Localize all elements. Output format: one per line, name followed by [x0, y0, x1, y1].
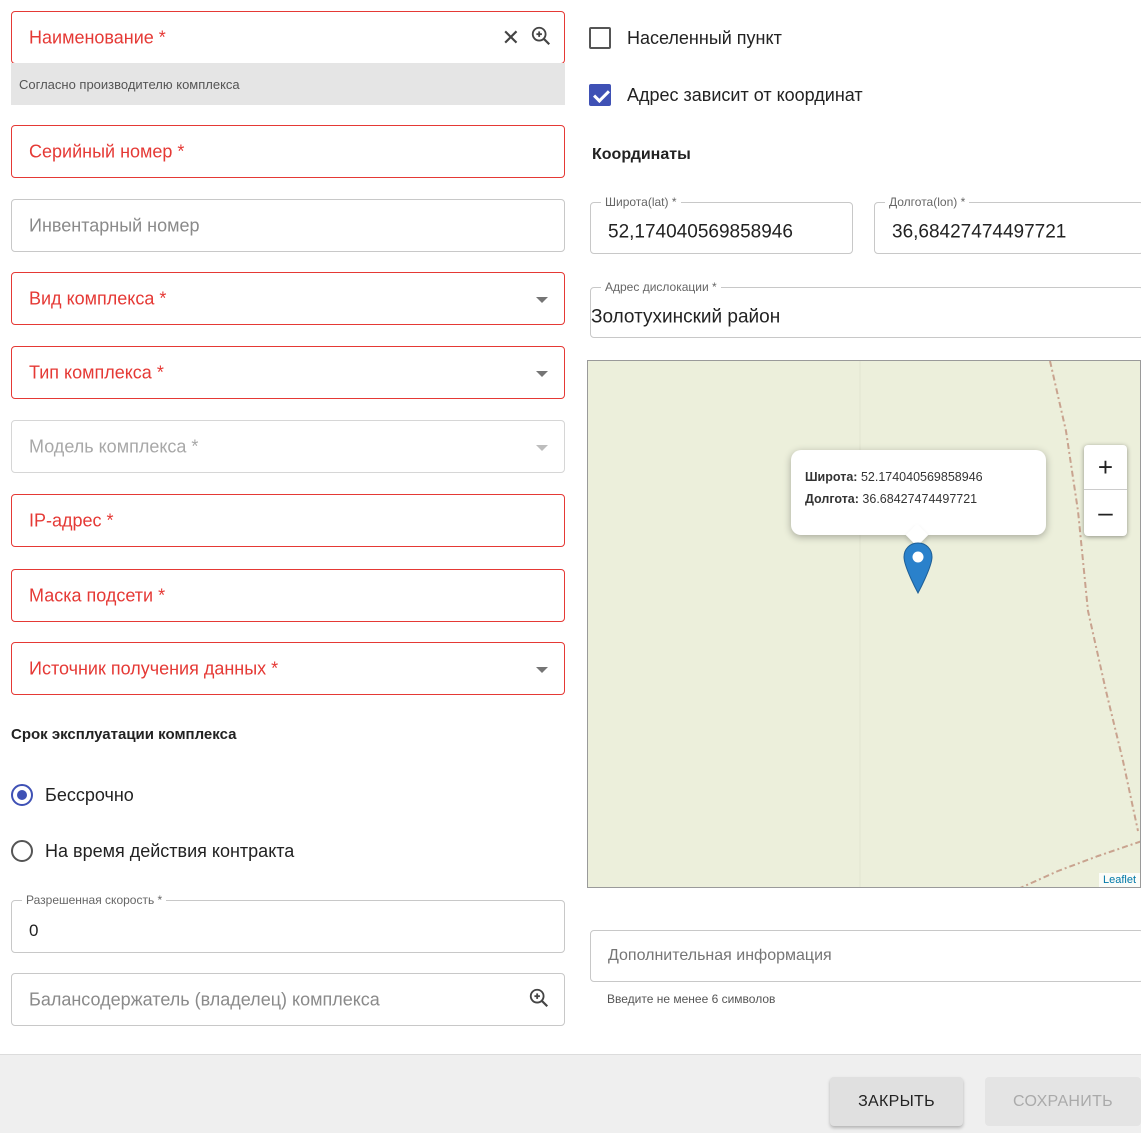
address-by-coords-label: Адрес зависит от координат: [627, 84, 863, 105]
extra-info-placeholder: Дополнительная информация: [608, 947, 832, 964]
popup-lat-value: 52.174040569858946: [860, 470, 983, 484]
ip-address-field[interactable]: IP-адрес *: [11, 494, 565, 547]
map-marker-icon[interactable]: [903, 542, 933, 594]
address-label: Адрес дислокации *: [601, 280, 721, 294]
name-placeholder: Наименование *: [29, 27, 166, 47]
complex-type-select[interactable]: Тип комплекса *: [11, 346, 565, 399]
name-field[interactable]: Наименование * ✕: [11, 11, 565, 64]
address-field[interactable]: Адрес дислокации * Золотухинский район: [590, 280, 1141, 338]
chevron-down-icon: [536, 370, 548, 377]
save-button[interactable]: СОХРАНИТЬ: [985, 1077, 1141, 1126]
popup-lon-value: 36.68427474497721: [862, 492, 978, 506]
radio-contract-term[interactable]: На время действия контракта: [11, 840, 294, 862]
map[interactable]: Широта: 52.174040569858946 Долгота: 36.6…: [587, 360, 1141, 888]
allowed-speed-value: 0: [29, 920, 39, 940]
complex-model-placeholder: Модель комплекса *: [29, 436, 199, 456]
owner-placeholder: Балансодержатель (владелец) комплекса: [29, 989, 380, 1009]
locality-label: Населенный пункт: [627, 27, 782, 48]
locality-checkbox[interactable]: Населенный пункт: [589, 27, 782, 49]
subnet-mask-field[interactable]: Маска подсети *: [11, 569, 565, 622]
zoom-in-icon[interactable]: [530, 25, 552, 51]
chevron-down-icon: [536, 666, 548, 673]
map-popup: Широта: 52.174040569858946 Долгота: 36.6…: [791, 450, 1046, 547]
complex-kind-placeholder: Вид комплекса *: [29, 288, 167, 308]
radio-checked-icon: [11, 784, 33, 806]
zoom-control: + –: [1084, 445, 1127, 536]
data-source-select[interactable]: Источник получения данных *: [11, 642, 565, 695]
name-helper: Согласно производителю комплекса: [11, 63, 565, 105]
ip-address-placeholder: IP-адрес *: [29, 510, 114, 530]
longitude-field[interactable]: Долгота(lon) * 36,68427474497721: [874, 195, 1141, 254]
radio-indefinite[interactable]: Бессрочно: [11, 784, 134, 806]
data-source-placeholder: Источник получения данных *: [29, 658, 279, 678]
address-by-coords-checkbox[interactable]: Адрес зависит от координат: [589, 84, 863, 106]
map-roads: [859, 361, 1140, 887]
zoom-in-button[interactable]: +: [1084, 445, 1127, 490]
serial-number-placeholder: Серийный номер *: [29, 141, 185, 161]
checkbox-checked-icon: [589, 84, 611, 106]
name-helper-text: Согласно производителю комплекса: [19, 77, 240, 92]
radio-unchecked-icon: [11, 840, 33, 862]
coords-title: Координаты: [592, 146, 691, 163]
inventory-number-field[interactable]: Инвентарный номер: [11, 199, 565, 252]
inventory-number-placeholder: Инвентарный номер: [29, 215, 200, 235]
longitude-value: 36,68427474497721: [892, 221, 1067, 243]
allowed-speed-field[interactable]: Разрешенная скорость * 0: [11, 893, 565, 953]
radio-indefinite-label: Бессрочно: [45, 784, 134, 805]
complex-kind-select[interactable]: Вид комплекса *: [11, 272, 565, 325]
close-button[interactable]: ЗАКРЫТЬ: [830, 1077, 963, 1126]
leaflet-attribution[interactable]: Leaflet: [1098, 873, 1140, 887]
address-value: Золотухинский район: [591, 305, 781, 327]
allowed-speed-label: Разрешенная скорость *: [22, 893, 167, 907]
serial-number-field[interactable]: Серийный номер *: [11, 125, 565, 178]
chevron-down-icon: [536, 296, 548, 303]
latitude-field[interactable]: Широта(lat) * 52,174040569858946: [590, 195, 853, 254]
dialog-footer: ЗАКРЫТЬ СОХРАНИТЬ: [0, 1054, 1141, 1133]
close-icon[interactable]: ✕: [502, 26, 520, 49]
term-title: Срок эксплуатации комплекса: [11, 726, 237, 743]
radio-contract-term-label: На время действия контракта: [45, 840, 295, 861]
zoom-out-button[interactable]: –: [1084, 490, 1127, 535]
zoom-in-icon[interactable]: [528, 987, 550, 1013]
owner-field[interactable]: Балансодержатель (владелец) комплекса: [11, 973, 565, 1026]
latitude-value: 52,174040569858946: [608, 221, 793, 243]
checkbox-unchecked-icon: [589, 27, 611, 49]
complex-model-select[interactable]: Модель комплекса *: [11, 420, 565, 473]
popup-lon-label: Долгота:: [805, 492, 859, 506]
extra-info-field[interactable]: Дополнительная информация: [590, 930, 1141, 982]
latitude-label: Широта(lat) *: [601, 195, 681, 209]
subnet-mask-placeholder: Маска подсети *: [29, 585, 166, 605]
complex-type-placeholder: Тип комплекса *: [29, 362, 164, 382]
popup-lat-label: Широта:: [805, 470, 858, 484]
longitude-label: Долгота(lon) *: [885, 195, 970, 209]
extra-info-helper: Введите не менее 6 символов: [607, 992, 776, 1006]
chevron-down-icon: [536, 444, 548, 451]
